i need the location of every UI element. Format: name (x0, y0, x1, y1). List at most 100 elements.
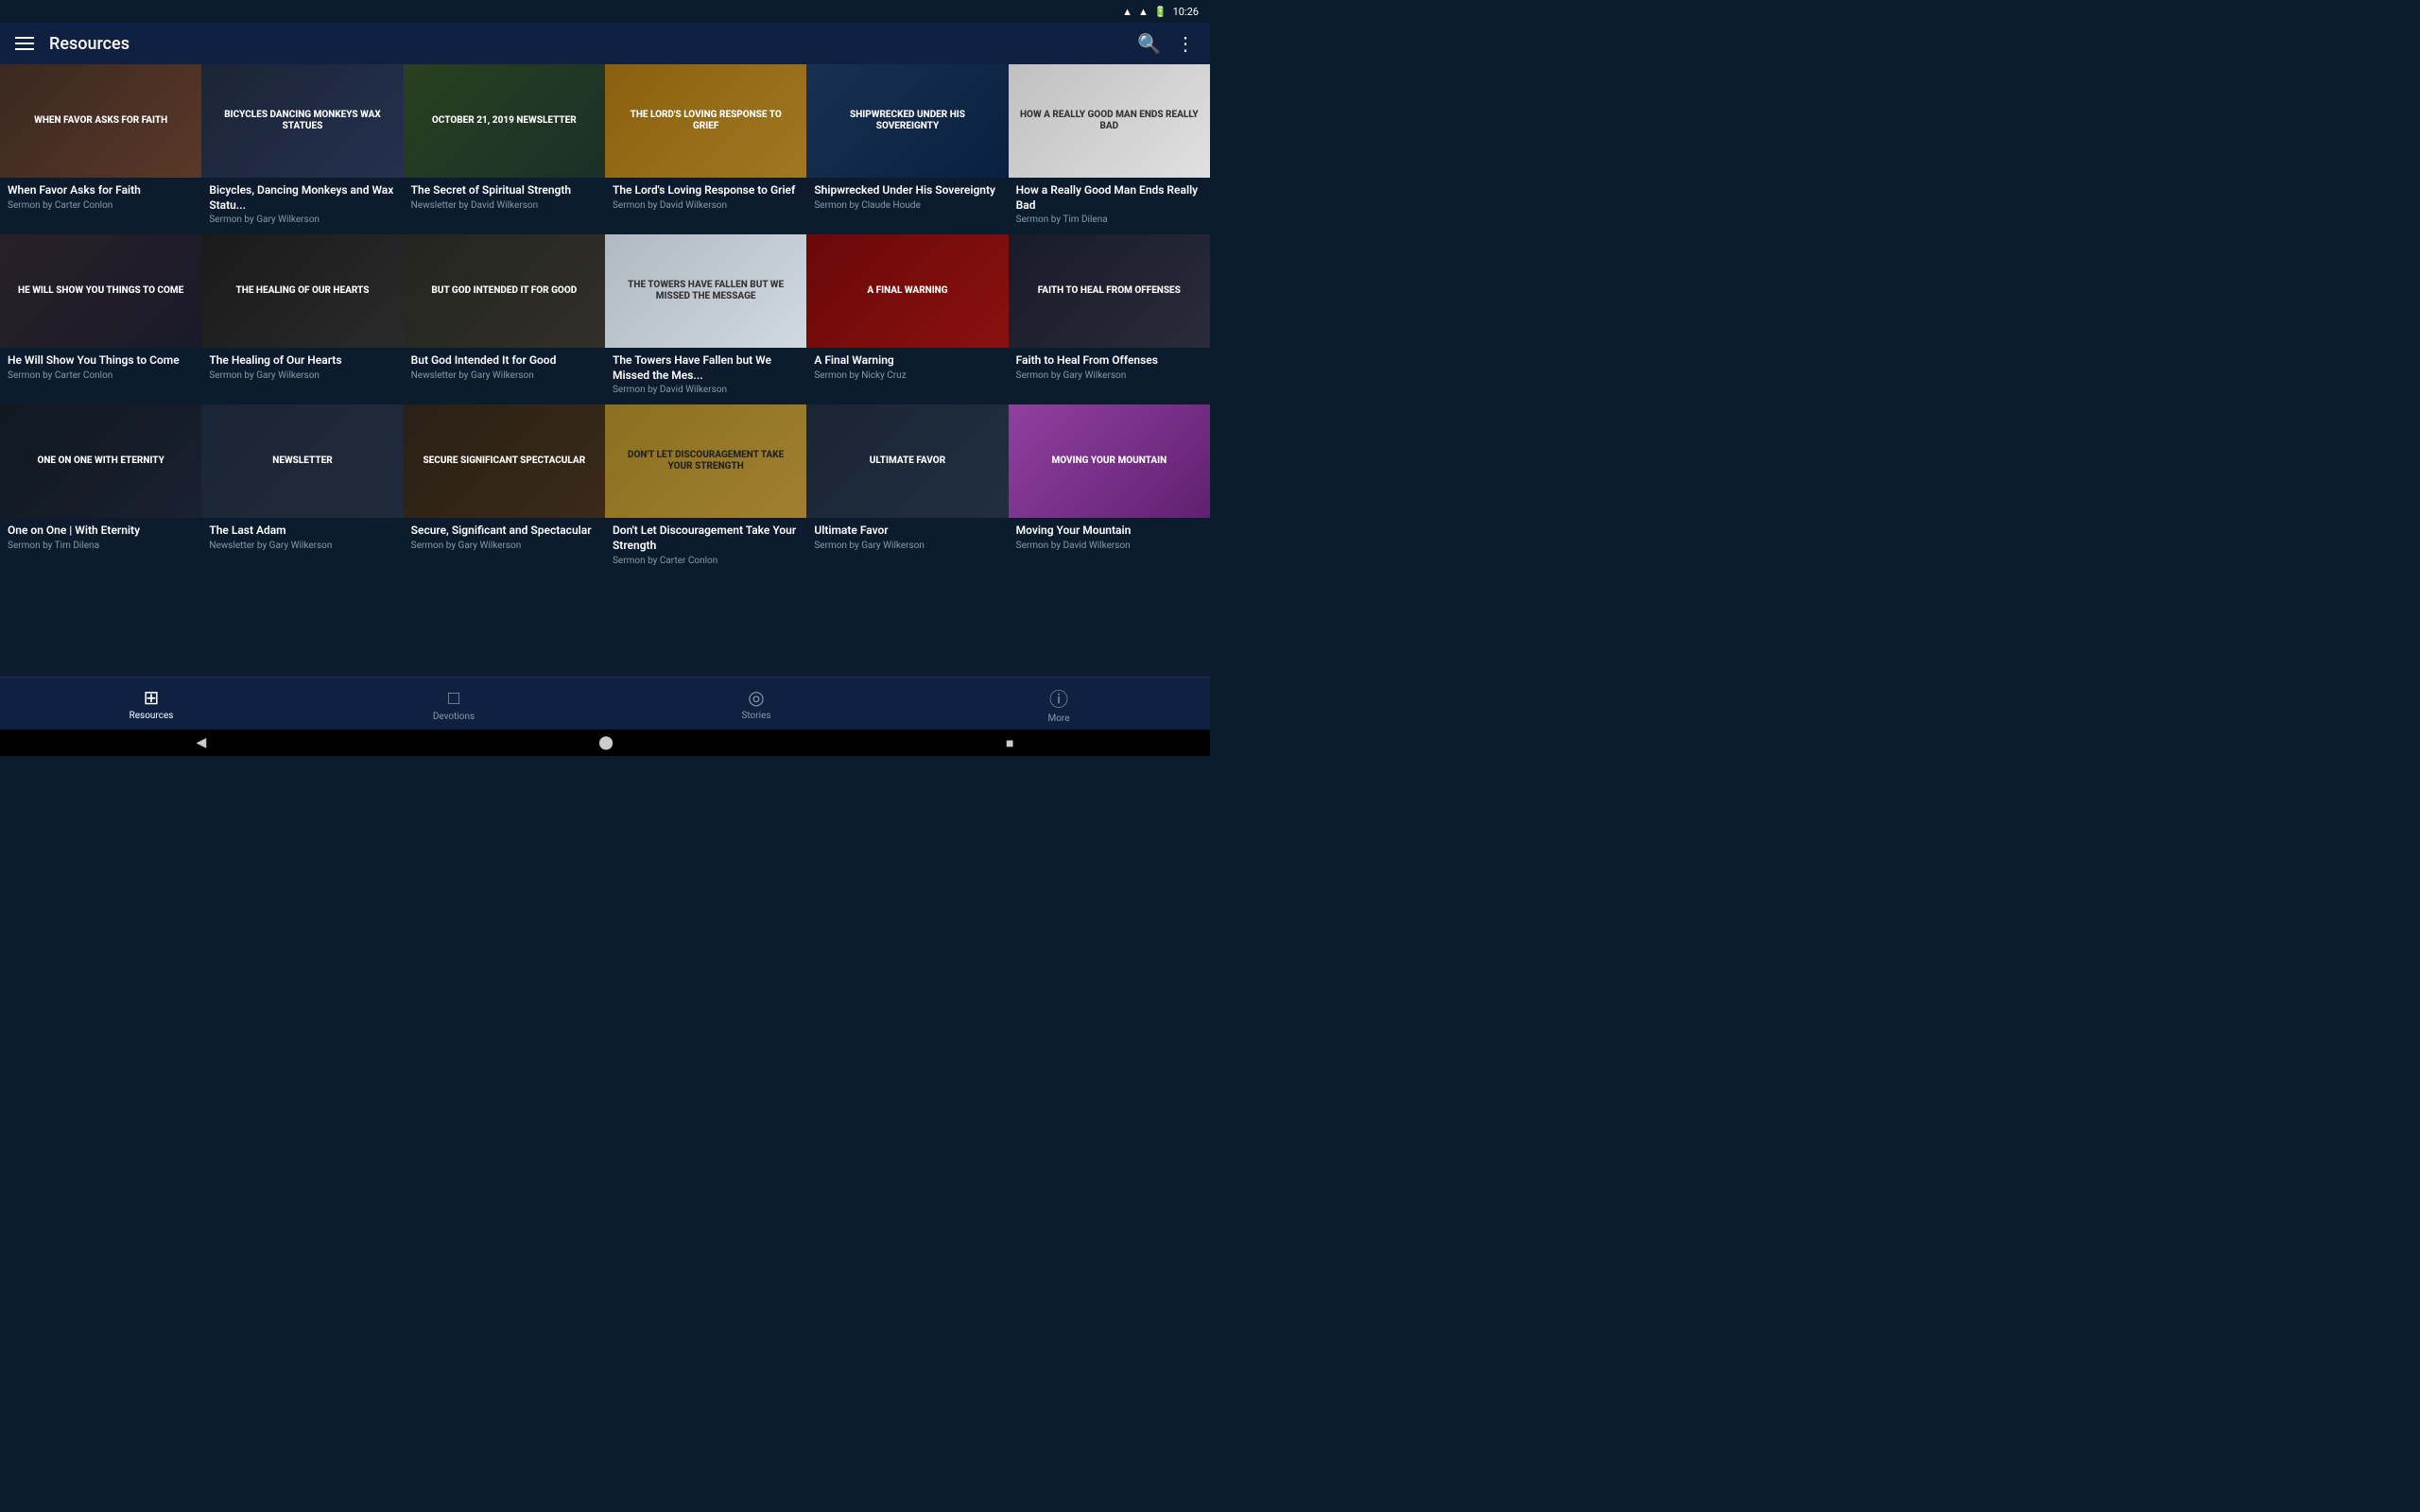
nav-stories[interactable]: ◎ Stories (605, 686, 908, 721)
card-title: One on One | With Eternity (8, 524, 194, 539)
card-title: The Lord's Loving Response to Grief (613, 183, 799, 198)
card-title: Shipwrecked Under His Sovereignty (814, 183, 1000, 198)
resources-label: Resources (130, 711, 174, 721)
resource-card[interactable]: A FINAL WARNING A Final WarningSermon by … (806, 234, 1008, 404)
card-title: Ultimate Favor (814, 524, 1000, 539)
more-options-icon[interactable]: ⋮ (1176, 32, 1195, 55)
signal-icon: ▲ (1138, 6, 1149, 18)
card-subtitle: Sermon by Gary Wilkerson (411, 541, 597, 551)
resource-card[interactable]: THE TOWERS HAVE FALLEN BUT WE MISSED THE… (605, 234, 806, 404)
resource-card[interactable]: HOW A REALLY GOOD MAN ENDS REALLY BAD How… (1009, 64, 1210, 234)
resource-card[interactable]: ONE ON ONE WITH ETERNITYOne on One | Wit… (0, 404, 201, 575)
card-title: Moving Your Mountain (1016, 524, 1202, 539)
resource-card[interactable]: BUT GOD INTENDED IT FOR GOODBut God Inte… (404, 234, 605, 404)
card-thumbnail: DON'T LET DISCOURAGEMENT TAKE YOUR STREN… (605, 404, 806, 518)
card-info: The Healing of Our HeartsSermon by Gary … (201, 348, 403, 390)
card-title: He Will Show You Things to Come (8, 353, 194, 369)
card-title: The Towers Have Fallen but We Missed the… (613, 353, 799, 383)
card-info: Don't Let Discouragement Take Your Stren… (605, 518, 806, 575)
thumbnail-text: THE HEALING OF OUR HEARTS (233, 282, 373, 301)
nav-resources[interactable]: ⊞ Resources (0, 686, 302, 721)
home-button[interactable]: ⬤ (598, 735, 614, 750)
card-info: The Last Adam Newsletter by Gary Wilkerso… (201, 518, 403, 560)
card-subtitle: Newsletter by Gary Wilkerson (209, 541, 395, 551)
battery-icon: 🔋 (1154, 6, 1167, 18)
card-title: Faith to Heal From Offenses (1016, 353, 1202, 369)
status-bar: ▲ ▲ 🔋 10:26 (0, 0, 1210, 23)
card-subtitle: Sermon by David Wilkerson (1016, 541, 1202, 551)
card-title: Secure, Significant and Spectacular (411, 524, 597, 539)
card-info: But God Intended It for GoodNewsletter b… (404, 348, 605, 390)
card-info: A Final WarningSermon by Nicky Cruz (806, 348, 1008, 390)
card-thumbnail: MOVING YOUR MOUNTAIN (1009, 404, 1210, 518)
stories-label: Stories (741, 711, 770, 721)
android-nav: ◀ ⬤ ■ (0, 730, 1210, 756)
recent-button[interactable]: ■ (1006, 735, 1013, 751)
nav-more[interactable]: ⓘ More (908, 684, 1210, 724)
resource-card[interactable]: OCTOBER 21, 2019 NEWSLETTER The Secret of… (404, 64, 605, 234)
card-subtitle: Sermon by Gary Wilkerson (209, 370, 395, 381)
thumbnail-text: A FINAL WARNING (863, 282, 951, 301)
card-title: Bicycles, Dancing Monkeys and Wax Statu.… (209, 183, 395, 213)
thumbnail-text: HOW A REALLY GOOD MAN ENDS REALLY BAD (1016, 106, 1202, 136)
card-info: How a Really Good Man Ends Really BadSer… (1009, 178, 1210, 234)
resource-card[interactable]: WHEN FAVOR ASKS FOR FAITHWhen Favor Asks… (0, 64, 201, 234)
thumbnail-text: MOVING YOUR MOUNTAIN (1047, 452, 1170, 471)
card-info: The Secret of Spiritual StrengthNewslett… (404, 178, 605, 220)
more-icon: ⓘ (1049, 684, 1068, 712)
resource-card[interactable]: SECURE SIGNIFICANT SPECTACULAR Secure, Si… (404, 404, 605, 575)
card-thumbnail: OCTOBER 21, 2019 NEWSLETTER (404, 64, 605, 178)
card-info: Shipwrecked Under His Sovereignty Sermon … (806, 178, 1008, 220)
card-info: The Towers Have Fallen but We Missed the… (605, 348, 806, 404)
card-thumbnail: ONE ON ONE WITH ETERNITY (0, 404, 201, 518)
thumbnail-text: ULTIMATE FAVOR (866, 452, 949, 471)
card-thumbnail: WHEN FAVOR ASKS FOR FAITH (0, 64, 201, 178)
thumbnail-text: THE LORD'S LOVING RESPONSE TO GRIEF (613, 106, 799, 136)
card-title: The Last Adam (209, 524, 395, 539)
card-title: Don't Let Discouragement Take Your Stren… (613, 524, 799, 553)
resource-card[interactable]: MOVING YOUR MOUNTAIN Moving Your Mountain… (1009, 404, 1210, 575)
more-label: More (1047, 713, 1069, 724)
stories-icon: ◎ (748, 686, 764, 709)
resources-icon: ⊞ (144, 686, 160, 709)
card-info: Bicycles, Dancing Monkeys and Wax Statu.… (201, 178, 403, 234)
resource-card[interactable]: ULTIMATE FAVORUltimate FavorSermon by Ga… (806, 404, 1008, 575)
resource-card[interactable]: HE WILL SHOW YOU THINGS TO COME He Will S… (0, 234, 201, 404)
resource-card[interactable]: THE LORD'S LOVING RESPONSE TO GRIEF The L… (605, 64, 806, 234)
card-thumbnail: A FINAL WARNING (806, 234, 1008, 348)
card-thumbnail: SECURE SIGNIFICANT SPECTACULAR (404, 404, 605, 518)
card-thumbnail: THE HEALING OF OUR HEARTS (201, 234, 403, 348)
resource-card[interactable]: THE HEALING OF OUR HEARTS The Healing of … (201, 234, 403, 404)
back-button[interactable]: ◀ (197, 735, 207, 750)
card-subtitle: Sermon by Gary Wilkerson (209, 215, 395, 225)
top-nav: Resources 🔍 ⋮ (0, 23, 1210, 64)
card-thumbnail: SHIPWRECKED UNDER HIS SOVEREIGNTY (806, 64, 1008, 178)
thumbnail-text: HE WILL SHOW YOU THINGS TO COME (14, 282, 187, 301)
thumbnail-text: FAITH TO HEAL FROM OFFENSES (1034, 282, 1184, 301)
nav-devotions[interactable]: □ Devotions (302, 686, 605, 722)
card-title: The Secret of Spiritual Strength (411, 183, 597, 198)
resource-card[interactable]: NEWSLETTERThe Last AdamNewsletter by Gar… (201, 404, 403, 575)
card-thumbnail: THE LORD'S LOVING RESPONSE TO GRIEF (605, 64, 806, 178)
grid-container: WHEN FAVOR ASKS FOR FAITHWhen Favor Asks… (0, 64, 1210, 703)
card-subtitle: Sermon by Carter Conlon (613, 556, 799, 566)
card-info: One on One | With EternitySermon by Tim … (0, 518, 201, 560)
card-thumbnail: HE WILL SHOW YOU THINGS TO COME (0, 234, 201, 348)
card-subtitle: Sermon by David Wilkerson (613, 200, 799, 211)
devotions-label: Devotions (433, 712, 475, 722)
card-subtitle: Sermon by Gary Wilkerson (1016, 370, 1202, 381)
thumbnail-text: OCTOBER 21, 2019 NEWSLETTER (428, 112, 580, 130)
thumbnail-text: DON'T LET DISCOURAGEMENT TAKE YOUR STREN… (613, 446, 799, 476)
resource-card[interactable]: FAITH TO HEAL FROM OFFENSES Faith to Heal… (1009, 234, 1210, 404)
page-title: Resources (49, 34, 1122, 54)
card-title: A Final Warning (814, 353, 1000, 369)
resource-card[interactable]: DON'T LET DISCOURAGEMENT TAKE YOUR STREN… (605, 404, 806, 575)
card-subtitle: Sermon by Claude Houde (814, 200, 1000, 211)
card-info: He Will Show You Things to ComeSermon by… (0, 348, 201, 390)
menu-button[interactable] (15, 37, 34, 50)
thumbnail-text: SECURE SIGNIFICANT SPECTACULAR (419, 452, 589, 471)
resource-card[interactable]: SHIPWRECKED UNDER HIS SOVEREIGNTYShipwre… (806, 64, 1008, 234)
search-icon[interactable]: 🔍 (1137, 32, 1161, 55)
card-info: Faith to Heal From OffensesSermon by Gar… (1009, 348, 1210, 390)
resource-card[interactable]: BICYCLES DANCING MONKEYS WAX STATUESBicy… (201, 64, 403, 234)
